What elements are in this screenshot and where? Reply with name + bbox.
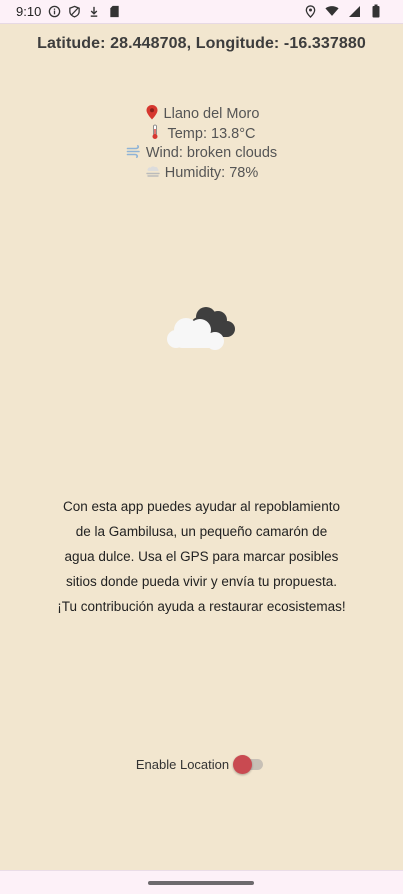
fog-icon xyxy=(146,165,160,177)
shield-icon xyxy=(67,5,81,19)
weather-temp-row: Temp: 13.8°C xyxy=(0,124,403,144)
status-left: 9:10 xyxy=(16,4,121,19)
app-description: Con esta app puedes ayudar al repoblamie… xyxy=(57,499,346,614)
pin-icon xyxy=(146,105,158,120)
signal-icon xyxy=(347,4,361,18)
battery-icon xyxy=(369,4,383,18)
location-toggle-row: Enable Location xyxy=(0,752,403,776)
download-icon xyxy=(87,5,101,19)
location-toggle-switch[interactable] xyxy=(233,752,267,776)
navigation-bar xyxy=(0,870,403,894)
status-time: 9:10 xyxy=(16,4,42,19)
thermometer-icon xyxy=(152,124,158,139)
weather-humidity: Humidity: 78% xyxy=(164,164,259,181)
sd-card-icon xyxy=(107,5,121,19)
weather-location: Llano del Moro xyxy=(163,106,260,122)
weather-wind: Wind: broken clouds xyxy=(145,145,278,161)
wifi-icon xyxy=(325,4,339,18)
status-bar: 9:10 xyxy=(0,0,403,24)
weather-humidity-row: Humidity: 78% xyxy=(0,163,403,183)
broken-clouds-icon xyxy=(167,307,235,350)
weather-info: Llano del Moro Temp: 13.8°C Wind: broken… xyxy=(0,104,403,182)
status-right xyxy=(303,4,383,18)
location-toggle-label: Enable Location xyxy=(135,756,230,772)
weather-temp: Temp: 13.8°C xyxy=(167,125,256,142)
toggle-thumb xyxy=(233,755,253,774)
wind-icon xyxy=(126,145,140,158)
info-icon xyxy=(47,5,61,19)
location-icon xyxy=(303,4,317,18)
home-gesture-handle[interactable] xyxy=(148,881,254,885)
weather-location-row: Llano del Moro xyxy=(0,104,403,124)
coordinates-heading: Latitude: 28.448708, Longitude: -16.3378… xyxy=(37,35,366,52)
weather-wind-row: Wind: broken clouds xyxy=(0,143,403,163)
